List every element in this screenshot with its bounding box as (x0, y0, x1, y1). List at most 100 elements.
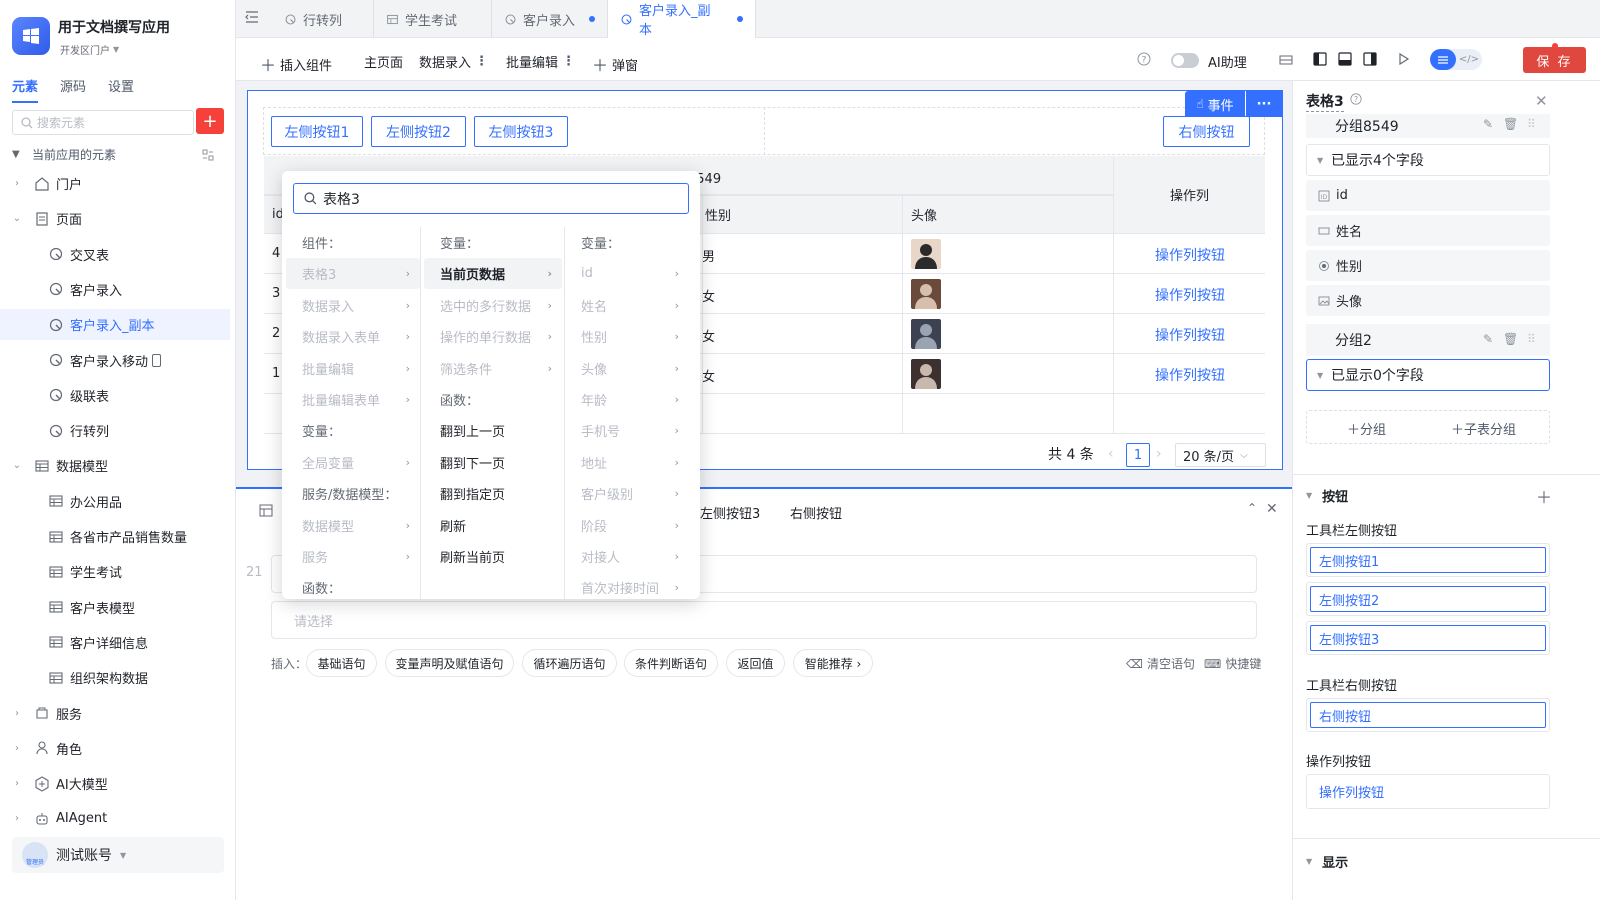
collapse-icon[interactable] (202, 149, 214, 161)
tree-item[interactable]: 客户详细信息 (0, 627, 230, 658)
tree-item[interactable]: 办公用品 (0, 486, 230, 517)
edit-icon[interactable]: ✎ (1483, 117, 1493, 131)
save-button[interactable]: 保 存 (1523, 47, 1586, 73)
picker-item[interactable]: 选中的多行数据 › (424, 290, 562, 321)
edit-icon[interactable]: ✎ (1483, 332, 1493, 346)
bottom-tab-left-button-3[interactable]: 左侧按钮3 (700, 503, 760, 522)
ai-toggle[interactable] (1171, 53, 1199, 68)
chip-basic-statement[interactable]: 基础语句 (306, 649, 377, 677)
batch-edit-menu[interactable]: 批量编辑 ⋮ (506, 52, 575, 71)
drag-handle-icon[interactable]: ⠿ (1527, 117, 1536, 131)
data-entry-menu[interactable]: 数据录入 ⋮ (419, 52, 488, 71)
delete-icon[interactable]: 🗑 (1503, 117, 1518, 131)
tree-item[interactable]: 行转列 (0, 415, 230, 446)
tree-item[interactable]: 级联表 (0, 380, 230, 411)
right-left-button-3[interactable]: 左侧按钮3 (1306, 621, 1550, 655)
tab-source[interactable]: 源码 (60, 76, 86, 103)
main-page-button[interactable]: 主页面 (364, 52, 403, 71)
picker-item[interactable]: 批量编辑 › (286, 353, 420, 384)
buttons-section-header[interactable]: ▼ 按钮 (1306, 486, 1348, 505)
add-subtable-group-button[interactable]: ＋子表分组 (1451, 419, 1516, 438)
add-button-icon[interactable]: ＋ (1536, 484, 1552, 508)
panel-bottom-icon[interactable] (1338, 52, 1352, 66)
prev-page-icon[interactable]: ‹ (1108, 446, 1114, 462)
field-item[interactable]: 性别 (1306, 250, 1550, 281)
right-left-button-1[interactable]: 左侧按钮1 (1306, 543, 1550, 577)
picker-item[interactable]: 性别 › (565, 321, 689, 352)
drag-handle-icon[interactable]: ⠿ (1527, 332, 1536, 346)
tree-item[interactable]: › 门户 (0, 168, 230, 199)
picker-item[interactable]: 地址 › (565, 447, 689, 478)
right-right-button[interactable]: 右侧按钮 (1306, 698, 1550, 732)
more-actions-button[interactable]: ··· (1246, 91, 1282, 117)
user-account[interactable]: 管理员 测试账号 ▼ (12, 837, 224, 873)
picker-item[interactable]: 客户级别 › (565, 478, 689, 509)
add-group-button[interactable]: ＋分组 (1347, 419, 1386, 438)
design-mode-icon[interactable] (1430, 49, 1456, 70)
help-icon[interactable]: ? (1350, 93, 1362, 105)
tab-2[interactable]: 客户录入 (492, 0, 608, 38)
picker-item[interactable]: 翻到下一页 (424, 447, 562, 478)
mode-switch[interactable]: </> (1430, 49, 1482, 70)
op-column-button[interactable]: 操作列按钮 (1155, 325, 1225, 345)
tree-item[interactable]: 组织架构数据 (0, 662, 230, 693)
picker-item[interactable]: 刷新 (424, 510, 562, 541)
help-icon[interactable]: ? (1137, 52, 1151, 66)
picker-item[interactable]: 对接人 › (565, 541, 689, 572)
picker-item[interactable]: 阶段 › (565, 510, 689, 541)
left-button-3[interactable]: 左侧按钮3 (474, 116, 568, 147)
shown-fields-4[interactable]: ▼ 已显示4个字段 (1306, 144, 1550, 176)
picker-item[interactable]: id › (565, 258, 689, 289)
picker-item[interactable]: 手机号 › (565, 415, 689, 446)
tree-item[interactable]: ⌄ 数据模型 (0, 450, 230, 481)
field-item[interactable]: 头像 (1306, 285, 1550, 316)
tree-item[interactable]: 学生考试 (0, 556, 230, 587)
field-item[interactable]: ID id (1306, 180, 1550, 211)
tree-item[interactable]: 客户录入移动 (0, 345, 230, 376)
tree-item[interactable]: › 角色 (0, 733, 230, 764)
bottom-tab-right-button[interactable]: 右侧按钮 (790, 503, 842, 522)
collapse-panel-icon[interactable]: ⌃ (1247, 501, 1257, 515)
add-element-button[interactable]: + (196, 108, 224, 134)
op-column-button[interactable]: 操作列按钮 (1155, 245, 1225, 265)
tree-item[interactable]: 交叉表 (0, 239, 230, 270)
picker-item[interactable]: 筛选条件 › (424, 353, 562, 384)
code-mode-icon[interactable]: </> (1456, 49, 1482, 70)
shortcut-button[interactable]: ⌨ 快捷键 (1204, 655, 1261, 672)
page-size-select[interactable]: 20 条/页 ⌵ (1175, 443, 1266, 467)
picker-item[interactable]: 数据录入表单 › (286, 321, 420, 352)
close-panel-icon[interactable]: ✕ (1535, 92, 1548, 110)
picker-item[interactable]: 数据录入 › (286, 290, 420, 321)
picker-item[interactable]: 首次对接时间 › (565, 572, 689, 599)
tree-item[interactable]: › 服务 (0, 698, 230, 729)
tree-item[interactable]: ⌄ 页面 (0, 203, 230, 234)
tree-item[interactable]: › AIAgent (0, 803, 230, 834)
tree-item[interactable]: 客户表模型 (0, 592, 230, 623)
tab-1[interactable]: 学生考试 (374, 0, 492, 38)
event-button[interactable]: ☝ 事件 (1185, 91, 1245, 117)
statement-select[interactable]: 请选择 (271, 601, 1257, 639)
tree-item[interactable]: › AI大模型 (0, 768, 230, 799)
picker-item[interactable]: 操作的单行数据 › (424, 321, 562, 352)
tab-0[interactable]: 行转列 (272, 0, 374, 38)
layout-icon[interactable] (1279, 53, 1293, 67)
op-column-button[interactable]: 操作列按钮 (1155, 285, 1225, 305)
collapse-sidebar-icon[interactable] (245, 11, 259, 23)
picker-item[interactable]: 年龄 › (565, 384, 689, 415)
portal-selector[interactable]: 开发区门户 ▼ (60, 42, 119, 57)
left-button-1[interactable]: 左侧按钮1 (271, 116, 363, 147)
picker-item[interactable]: 翻到上一页 (424, 415, 562, 446)
picker-item[interactable]: 头像 › (565, 353, 689, 384)
element-search-input[interactable]: 搜索元素 (12, 110, 194, 135)
picker-item[interactable]: 姓名 › (565, 290, 689, 321)
right-left-button-2[interactable]: 左侧按钮2 (1306, 582, 1550, 616)
tab-elements[interactable]: 元素 (12, 76, 39, 103)
popup-button[interactable]: ＋弹窗 (592, 52, 638, 76)
next-page-icon[interactable]: › (1156, 446, 1162, 462)
picker-item[interactable]: 批量编辑表单 › (286, 384, 420, 415)
panel-left-icon[interactable] (1313, 52, 1327, 66)
tree-item[interactable]: 各省市产品销售数量 (0, 521, 230, 552)
chip-loop-statement[interactable]: 循环遍历语句 (522, 649, 617, 677)
chip-smart-recommend[interactable]: 智能推荐 › (793, 649, 873, 677)
picker-item[interactable]: 表格3 › (286, 258, 420, 290)
